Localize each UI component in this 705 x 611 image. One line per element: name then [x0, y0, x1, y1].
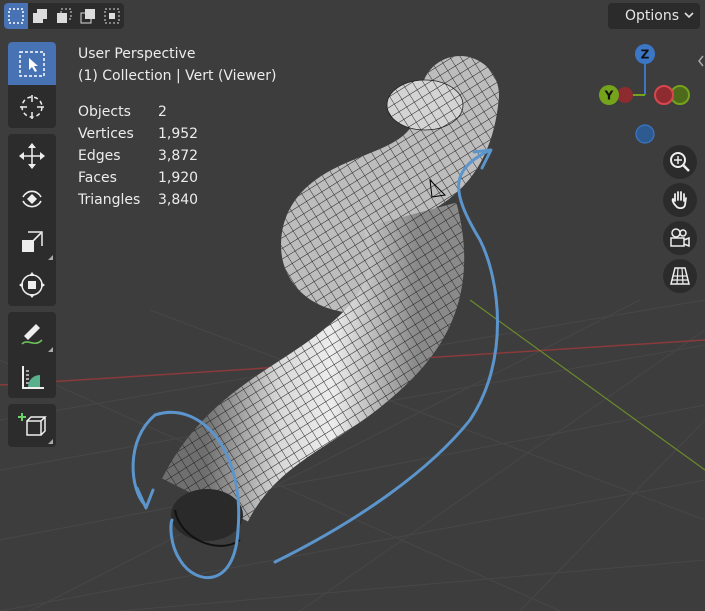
- move-icon: [19, 142, 45, 169]
- stat-label: Objects: [78, 104, 131, 120]
- zoom-button[interactable]: [663, 145, 697, 179]
- tool-transform[interactable]: [8, 263, 56, 306]
- camera-icon: [670, 228, 690, 248]
- gizmo-x-axis[interactable]: [654, 85, 674, 105]
- sidebar-toggle-icon[interactable]: [697, 50, 705, 72]
- tool-cursor[interactable]: [8, 85, 56, 128]
- ortho-grid-icon: [670, 267, 690, 285]
- stat-label: Vertices: [78, 126, 134, 142]
- tool-select-box[interactable]: [8, 42, 56, 85]
- cursor-icon: [20, 94, 44, 119]
- stat-value: 1,952: [158, 126, 199, 142]
- gizmo-neg-x[interactable]: [617, 87, 633, 103]
- gizmo-neg-z[interactable]: [635, 124, 655, 144]
- select-new-icon[interactable]: [4, 3, 28, 29]
- options-label: Options: [625, 8, 680, 24]
- select-subtract-icon[interactable]: [52, 3, 76, 29]
- stat-value: 3,840: [158, 192, 199, 208]
- select-extend-icon[interactable]: [28, 3, 52, 29]
- annotate-pencil-icon: [21, 323, 43, 345]
- gizmo-y-label: Y: [604, 89, 614, 103]
- ortho-toggle-button[interactable]: [663, 259, 697, 293]
- pan-hand-icon: [671, 191, 687, 210]
- stat-label: Edges: [78, 148, 121, 164]
- tool-move[interactable]: [8, 134, 56, 177]
- stat-row-faces: Faces 1,920: [78, 167, 276, 189]
- view-name-label: User Perspective: [78, 46, 196, 62]
- stat-value: 3,872: [158, 148, 199, 164]
- stat-value: 2: [158, 104, 167, 120]
- tool-add-cube[interactable]: [8, 404, 56, 447]
- scale-icon: [22, 230, 43, 252]
- pan-button[interactable]: [663, 183, 697, 217]
- tool-shelf: [8, 42, 56, 453]
- stat-row-vertices: Vertices 1,952: [78, 123, 276, 145]
- tool-scale[interactable]: [8, 220, 56, 263]
- tool-rotate[interactable]: [8, 177, 56, 220]
- stat-label: Faces: [78, 170, 117, 186]
- selection-mode-group: [4, 3, 124, 29]
- select-invert-icon[interactable]: [76, 3, 100, 29]
- options-dropdown[interactable]: Options: [608, 3, 700, 29]
- gizmo-z-label: Z: [641, 48, 650, 62]
- chevron-down-icon: [684, 12, 694, 19]
- stat-row-triangles: Triangles 3,840: [78, 189, 276, 211]
- add-cube-icon: [18, 412, 47, 436]
- navigation-gizmo[interactable]: Z Y: [590, 40, 700, 150]
- stat-label: Triangles: [78, 192, 141, 208]
- stat-value: 1,920: [158, 170, 199, 186]
- select-box-icon: [19, 50, 45, 77]
- tool-measure[interactable]: [8, 355, 56, 398]
- tool-annotate[interactable]: [8, 312, 56, 355]
- zoom-icon: [670, 152, 690, 172]
- stat-row-edges: Edges 3,872: [78, 145, 276, 167]
- transform-icon: [19, 271, 45, 298]
- viewport-header: Options: [0, 0, 705, 32]
- measure-ruler-icon: [22, 365, 44, 389]
- rotate-icon: [22, 190, 42, 207]
- stat-row-objects: Objects 2: [78, 101, 276, 123]
- select-intersect-icon[interactable]: [100, 3, 124, 29]
- viewport-stats-overlay: User Perspective (1) Collection | Vert (…: [78, 43, 276, 211]
- camera-view-button[interactable]: [663, 221, 697, 255]
- collection-label: (1) Collection | Vert (Viewer): [78, 68, 277, 84]
